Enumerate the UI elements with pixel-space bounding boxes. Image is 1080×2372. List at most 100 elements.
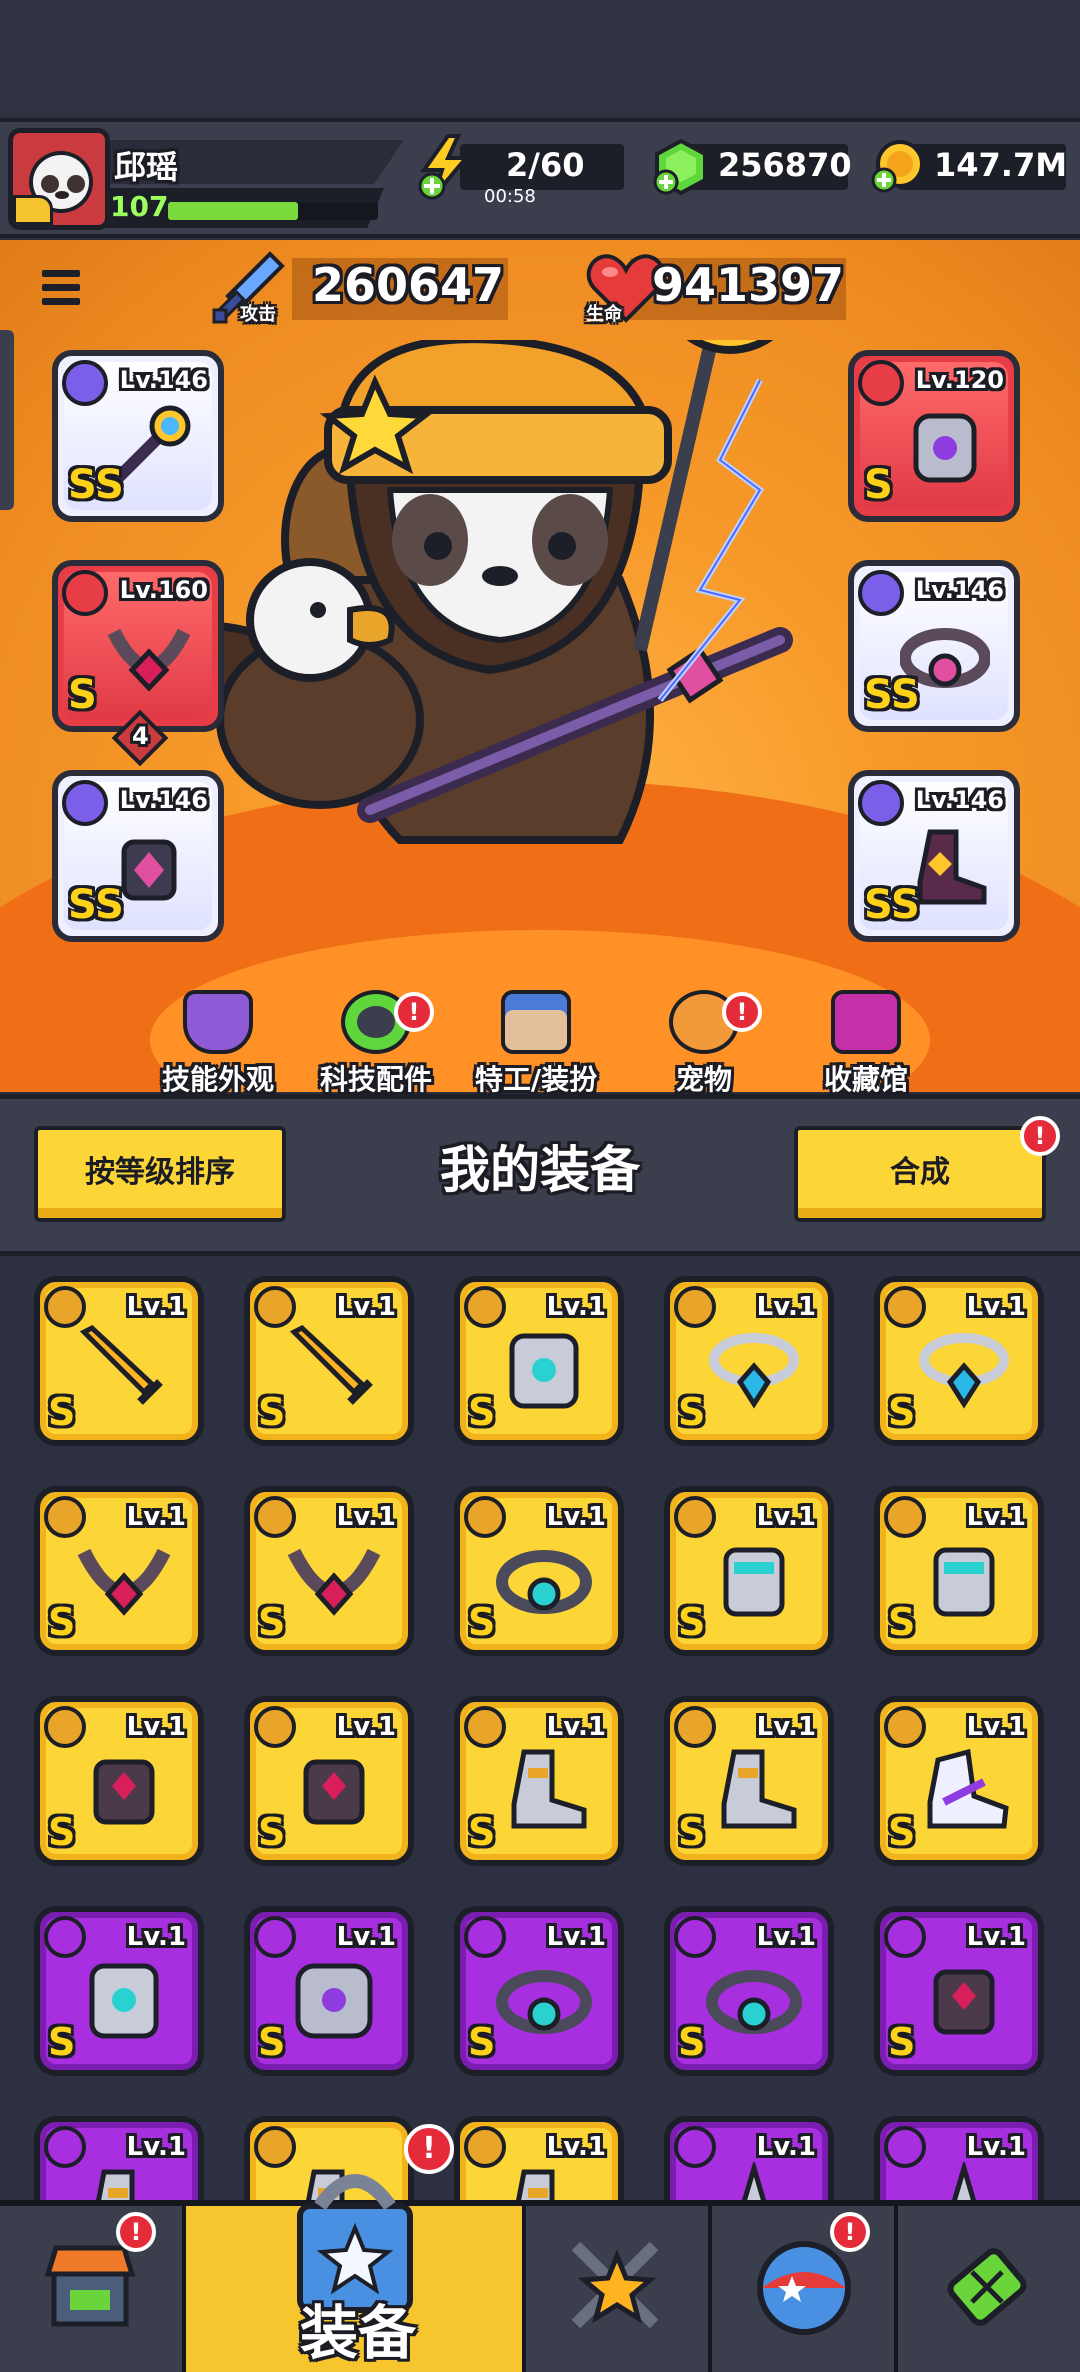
inventory-item[interactable]: Lv.1 S [664, 1276, 834, 1446]
chain-necklace-icon [287, 1548, 381, 1616]
equipped-belt-slot[interactable]: Lv.146 SS [848, 560, 1020, 732]
merge-button[interactable]: 合成 [794, 1126, 1046, 1222]
inventory-item[interactable]: Lv.1 S [244, 1906, 414, 2076]
inventory-item-tier: S [888, 1390, 916, 1434]
inventory-item[interactable]: Lv.1 S [664, 1906, 834, 2076]
hp-label: 生命 [586, 304, 622, 325]
inventory-item-level: Lv.1 [756, 1292, 816, 1322]
nav-agent-outfit[interactable]: 特工/装扮 [466, 990, 606, 1096]
inventory-item-level: Lv.1 [756, 2132, 816, 2162]
equipped-gloves-slot[interactable]: Lv.146 SS [52, 770, 224, 942]
inventory-item[interactable]: Lv.1 S [454, 1276, 624, 1446]
inventory-item[interactable]: Lv.1 [34, 2116, 204, 2202]
inventory-item[interactable]: Lv.1 S [34, 1906, 204, 2076]
inventory-item-level: Lv.1 [336, 1712, 396, 1742]
inventory-item[interactable]: Lv.1 S [34, 1696, 204, 1866]
inventory-item-tier: S [468, 1810, 496, 1854]
boot-icon [515, 2169, 555, 2202]
inventory-item[interactable]: Lv.1 S [874, 1486, 1044, 1656]
inventory-item-tier: S [678, 1390, 706, 1434]
pets-alert: ! [722, 992, 762, 1032]
inventory-item-level: Lv.1 [966, 1922, 1026, 1952]
status-area [0, 0, 1080, 118]
side-drawer-tab[interactable] [0, 330, 14, 510]
inventory-item[interactable]: Lv.1 S [874, 1906, 1044, 2076]
inventory-item[interactable]: Lv.1 S [454, 1486, 624, 1656]
equipped-weapon-tier: SS [68, 462, 124, 508]
equipped-necklace-slot[interactable]: Lv.160 S [52, 560, 224, 732]
equipped-armor-level: Lv.120 [915, 366, 1004, 394]
gene-capsule-icon [947, 2248, 1027, 2326]
armor-icon [509, 1333, 579, 1409]
necklace-icon [709, 1333, 799, 1409]
inventory-item[interactable]: Lv.1 S [34, 1276, 204, 1446]
inventory-item-tier: S [468, 2020, 496, 2064]
inventory-item-level: Lv.1 [336, 1292, 396, 1322]
inventory-item-level: Lv.1 [126, 1502, 186, 1532]
shoulder-armor-icon [295, 1963, 373, 2039]
belt-icon [706, 1970, 802, 2034]
inventory-item[interactable]: Lv.1 S [34, 1486, 204, 1656]
inventory-item-tier: S [468, 1390, 496, 1434]
inventory-item-tier: S [48, 1390, 76, 1434]
equipped-boots-level: Lv.146 [915, 786, 1004, 814]
inventory-item[interactable]: Lv.1 S [664, 1696, 834, 1866]
inventory-item[interactable]: Lv.1 S [244, 1276, 414, 1446]
inventory-item-level: Lv.1 [126, 1922, 186, 1952]
gems-value: 256870 [718, 146, 852, 184]
inventory-item-level: Lv.1 [756, 1502, 816, 1532]
gem-icon [653, 138, 707, 196]
inventory-item-level: Lv.1 [546, 1712, 606, 1742]
events-alert: ! [830, 2212, 870, 2252]
belt-icon [496, 1970, 592, 2034]
inventory-item-tier: S [468, 1600, 496, 1644]
player-avatar[interactable] [8, 128, 110, 230]
sword-icon [79, 1324, 163, 1405]
treasure-chest-icon [831, 990, 901, 1054]
inventory-item[interactable]: Lv.1 S [664, 1486, 834, 1656]
inventory-item-level: Lv.1 [546, 1292, 606, 1322]
inventory-item[interactable]: Lv.1 S [454, 1906, 624, 2076]
tab-events[interactable] [712, 2206, 898, 2372]
inventory-item[interactable]: Lv.1 [874, 2116, 1044, 2202]
inventory-item[interactable]: Lv.1 S [454, 1696, 624, 1866]
inventory-item-level: Lv.1 [966, 2132, 1026, 2162]
nav-pets-label: 宠物 [675, 1063, 732, 1096]
armor-icon [89, 1963, 159, 2039]
equipped-weapon-slot[interactable]: Lv.146 SS [52, 350, 224, 522]
merge-alert: ! [1020, 1116, 1060, 1156]
section-title: 我的装备 [440, 1141, 640, 1199]
boots-type-badge [858, 780, 904, 826]
necklace-icon [919, 1333, 1009, 1409]
xp-fill [168, 202, 299, 220]
nav-collection[interactable]: 收藏馆 [796, 990, 936, 1096]
boot-icon [721, 1749, 797, 1829]
claw-glove-icon [933, 1969, 995, 2035]
inventory-item[interactable]: Lv.1 S [874, 1276, 1044, 1446]
nav-skill-skin[interactable]: 技能外观 [148, 990, 288, 1096]
equipped-boots-slot[interactable]: Lv.146 SS [848, 770, 1020, 942]
inventory-item[interactable]: Lv.1 [454, 2116, 624, 2202]
hero-character [200, 340, 793, 844]
xp-bar [168, 202, 378, 220]
menu-button[interactable] [38, 264, 84, 310]
inventory-item[interactable]: Lv.1 S [874, 1696, 1044, 1866]
menu-icon-line [42, 298, 80, 305]
tab-skills[interactable] [526, 2206, 712, 2372]
gauntlet-icon [723, 1547, 785, 1617]
tab-gene[interactable] [898, 2206, 1080, 2372]
inventory-item-level: Lv.1 [756, 1922, 816, 1952]
inventory-item-tier: S [258, 1390, 286, 1434]
boot-icon [511, 1749, 587, 1829]
equipped-armor-slot[interactable]: Lv.120 S [848, 350, 1020, 522]
equipped-necklace-tier: S [68, 672, 97, 718]
gauntlet-icon [933, 1547, 995, 1617]
inventory-item[interactable]: Lv.1 [664, 2116, 834, 2202]
player-level: 107 [110, 190, 169, 223]
inventory-item-tier: S [888, 2020, 916, 2064]
claw-glove-icon [93, 1759, 155, 1825]
tab-shop[interactable] [0, 2206, 186, 2372]
inventory-item[interactable]: Lv.1 S [244, 1696, 414, 1866]
inventory-item[interactable]: Lv.1 S [244, 1486, 414, 1656]
sort-by-level-button[interactable]: 按等级排序 [34, 1126, 286, 1222]
